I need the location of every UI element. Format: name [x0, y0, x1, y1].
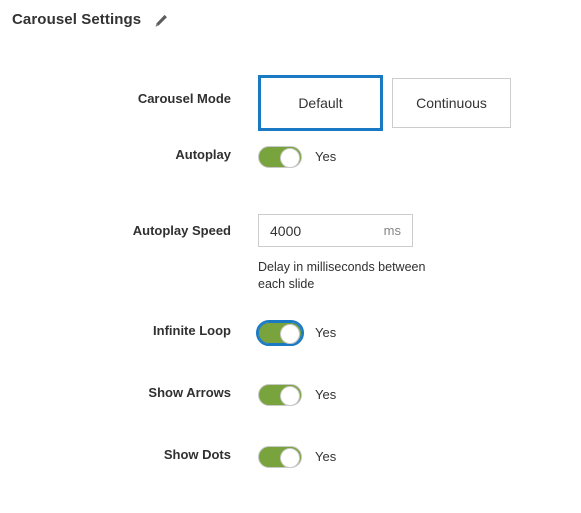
label-show-arrows: Show Arrows: [148, 385, 231, 400]
show-arrows-toggle-wrap: Yes: [258, 384, 336, 406]
control-autoplay-speed: 4000 ms Delay in milliseconds between ea…: [258, 212, 581, 293]
page-title: Carousel Settings: [12, 11, 142, 28]
infinite-loop-toggle-wrap: Yes: [256, 320, 337, 346]
label-autoplay-speed: Autoplay Speed: [132, 223, 231, 238]
autoplay-speed-input[interactable]: 4000: [259, 223, 384, 239]
field-row-show-dots: Show Dots Yes: [0, 446, 581, 508]
section-header: Carousel Settings: [12, 11, 169, 28]
field-row-infinite-loop: Infinite Loop Yes: [0, 320, 581, 384]
carousel-mode-option-continuous[interactable]: Continuous: [392, 78, 511, 128]
carousel-mode-option-default[interactable]: Default: [258, 75, 383, 131]
autoplay-speed-stack: 4000 ms Delay in milliseconds between ea…: [258, 212, 448, 293]
control-carousel-mode: Default Continuous: [258, 68, 581, 131]
autoplay-toggle-value: Yes: [315, 149, 337, 164]
pencil-icon[interactable]: [153, 13, 169, 29]
label-infinite-loop: Infinite Loop: [153, 323, 231, 338]
field-row-autoplay: Autoplay Yes: [0, 146, 581, 212]
autoplay-toggle[interactable]: [258, 146, 302, 168]
field-row-carousel-mode: Carousel Mode Default Continuous: [0, 68, 581, 146]
autoplay-speed-help-text: Delay in milliseconds between each slide: [258, 260, 426, 291]
field-row-autoplay-speed: Autoplay Speed 4000 ms Delay in millisec…: [0, 212, 581, 322]
control-autoplay: Yes: [258, 146, 581, 168]
field-row-show-arrows: Show Arrows Yes: [0, 384, 581, 446]
autoplay-speed-input-wrap[interactable]: 4000 ms: [258, 214, 413, 247]
label-carousel-mode: Carousel Mode: [137, 91, 231, 106]
autoplay-speed-unit: ms: [383, 223, 401, 238]
show-dots-toggle-value: Yes: [315, 449, 337, 464]
label-autoplay: Autoplay: [175, 147, 231, 162]
show-dots-toggle[interactable]: [258, 446, 302, 468]
control-infinite-loop: Yes: [256, 320, 581, 346]
toggle-knob-icon: [280, 448, 300, 468]
carousel-settings-form: Carousel Mode Default Continuous Autopla…: [0, 68, 581, 508]
toggle-knob-icon: [280, 386, 300, 406]
infinite-loop-toggle[interactable]: [256, 320, 304, 346]
show-arrows-toggle-value: Yes: [315, 387, 337, 402]
control-show-dots: Yes: [258, 446, 581, 468]
infinite-loop-toggle-value: Yes: [315, 325, 337, 340]
label-show-dots: Show Dots: [163, 447, 231, 462]
toggle-knob-icon: [280, 324, 300, 344]
toggle-knob-icon: [280, 148, 300, 168]
show-dots-toggle-wrap: Yes: [258, 446, 336, 468]
carousel-mode-button-group: Default Continuous: [258, 75, 511, 131]
control-show-arrows: Yes: [258, 384, 581, 406]
autoplay-toggle-wrap: Yes: [258, 146, 336, 168]
show-arrows-toggle[interactable]: [258, 384, 302, 406]
